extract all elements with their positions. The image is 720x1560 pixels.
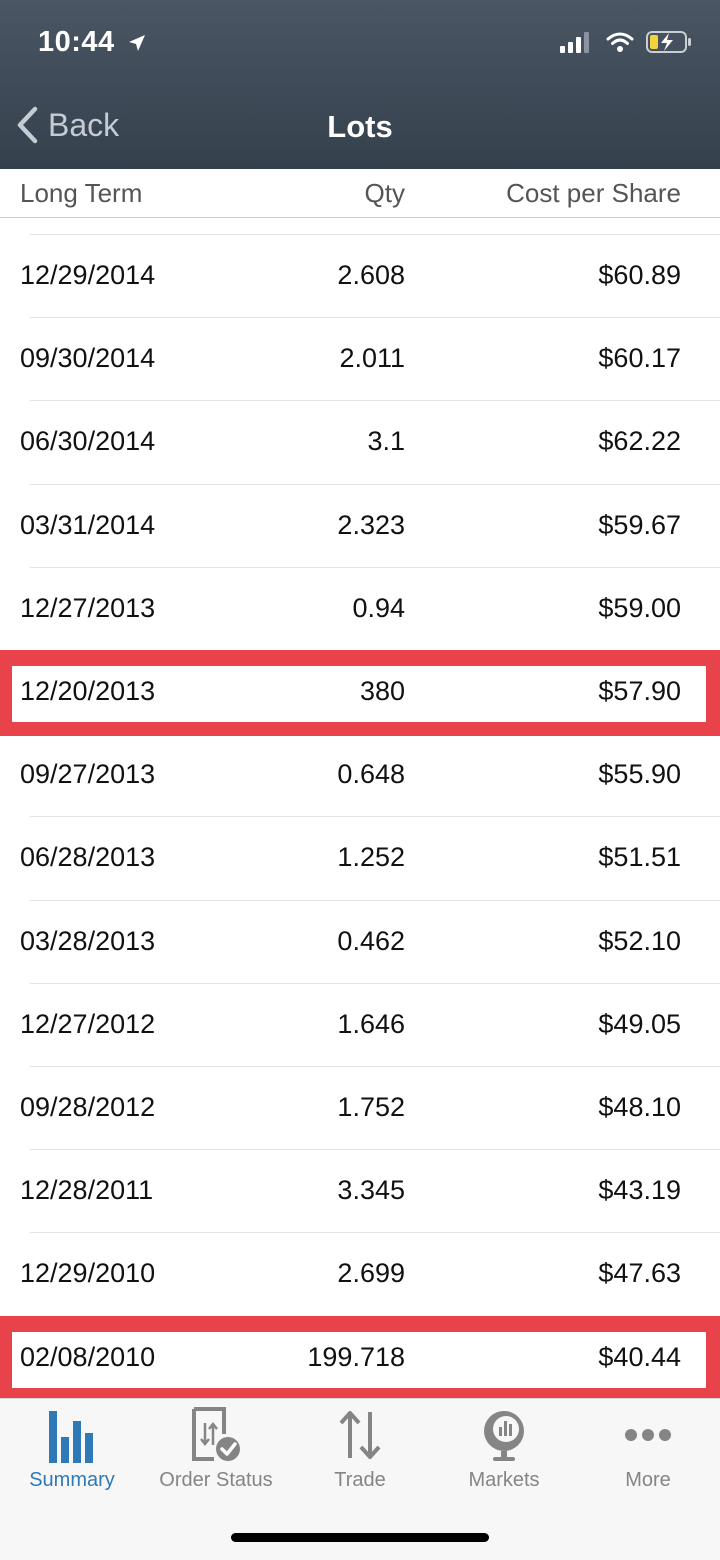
lot-qty: 1.752 (337, 1092, 405, 1122)
tab-summary[interactable]: Summary (0, 1405, 144, 1492)
lot-date: 06/30/2014 (20, 426, 156, 457)
lot-cost: $59.67 (598, 509, 681, 540)
lot-row[interactable]: 09/27/2013 0.648 $55.90 (0, 734, 720, 817)
tab-trade-label: Trade (334, 1469, 386, 1491)
lot-date: 09/30/2014 (20, 343, 156, 374)
tab-more[interactable]: More (576, 1405, 720, 1492)
tab-trade[interactable]: Trade (288, 1405, 432, 1492)
lot-date: 03/31/2014 (20, 509, 156, 540)
lot-cost: $43.19 (598, 1175, 681, 1206)
lot-qty: 2.608 (337, 260, 405, 290)
location-arrow-icon (129, 35, 146, 52)
lot-cost: $62.22 (598, 426, 681, 457)
lot-row[interactable]: 06/30/2014 3.1 $62.22 (0, 401, 720, 484)
nav-header: 10:44 Back Lots (0, 0, 720, 169)
lot-qty: 3.1 (367, 426, 405, 457)
lot-row[interactable]: 12/28/2011 3.345 $43.19 (0, 1150, 720, 1233)
lot-date: 12/29/2014 (20, 260, 156, 290)
lot-date: 12/28/2011 (20, 1175, 154, 1206)
highlight-box (0, 650, 720, 737)
lot-row[interactable]: 09/30/2014 2.011 $60.17 (0, 318, 720, 401)
lot-cost: $51.51 (598, 842, 681, 873)
bar-chart-icon (49, 1411, 93, 1463)
lot-date: 12/29/2010 (20, 1258, 156, 1289)
lot-date: 06/28/2013 (20, 842, 156, 873)
status-time: 10:44 (38, 26, 147, 59)
tab-more-label: More (625, 1469, 671, 1491)
lot-cost: $60.17 (598, 343, 681, 374)
lot-cost: $60.89 (598, 260, 681, 290)
column-header-date[interactable]: Long Term (20, 178, 142, 209)
page-title: Lots (327, 109, 393, 144)
lot-row[interactable]: 12/29/2014 2.608 $60.89 (0, 235, 720, 318)
battery-charging-icon (646, 31, 691, 53)
lot-cost: $47.63 (598, 1258, 681, 1289)
lot-row[interactable]: 12/27/2012 1.646 $49.05 (0, 984, 720, 1067)
lot-qty: 2.323 (337, 509, 405, 540)
order-status-icon (192, 1407, 240, 1461)
lot-cost: $59.00 (598, 592, 681, 623)
lot-date: 09/27/2013 (20, 759, 156, 790)
lot-qty: 0.94 (352, 592, 405, 623)
lot-date: 12/27/2012 (20, 1008, 156, 1039)
lot-qty: 2.699 (337, 1258, 405, 1289)
lot-row[interactable]: 03/31/2014 2.323 $59.67 (0, 485, 720, 568)
lot-qty: 2.011 (339, 343, 405, 374)
tab-markets-label: Markets (468, 1469, 540, 1491)
tab-order-status-label: Order Status (159, 1469, 273, 1491)
lot-date: 09/28/2012 (20, 1092, 156, 1122)
trade-arrows-icon (339, 1411, 381, 1459)
tab-summary-label: Summary (29, 1469, 115, 1491)
more-dots-icon (625, 1429, 671, 1441)
lot-row[interactable]: 09/28/2012 1.752 $48.10 (0, 1067, 720, 1150)
column-header: Long Term Qty Cost per Share (0, 169, 720, 218)
lot-qty: 1.646 (337, 1008, 405, 1039)
lot-cost: $48.10 (598, 1092, 681, 1122)
wifi-icon (606, 32, 634, 52)
lot-cost: $55.90 (598, 759, 681, 790)
lot-date: 12/27/2013 (20, 592, 156, 623)
lot-row[interactable]: 12/29/2010 2.699 $47.63 (0, 1233, 720, 1316)
signal-icon (560, 32, 589, 53)
status-icons (560, 30, 692, 54)
lot-qty: 0.462 (337, 925, 405, 956)
lot-qty: 1.252 (337, 842, 405, 873)
lot-cost: $49.05 (598, 1008, 681, 1039)
highlight-box (0, 1315, 720, 1402)
column-header-qty[interactable]: Qty (365, 178, 405, 209)
globe-chart-icon (484, 1411, 524, 1461)
lot-row[interactable]: 03/28/2013 0.462 $52.10 (0, 901, 720, 984)
lot-row[interactable]: 06/28/2013 1.252 $51.51 (0, 817, 720, 900)
column-header-cost[interactable]: Cost per Share (506, 178, 681, 209)
tab-markets[interactable]: Markets (432, 1405, 576, 1492)
home-indicator[interactable] (231, 1533, 489, 1542)
tab-order-status[interactable]: Order Status (144, 1405, 288, 1492)
lot-cost: $52.10 (598, 925, 681, 956)
lot-date: 03/28/2013 (20, 925, 156, 956)
lot-row[interactable]: 12/27/2013 0.94 $59.00 (0, 568, 720, 651)
lot-qty: 3.345 (337, 1175, 405, 1206)
lot-qty: 0.648 (337, 759, 405, 790)
